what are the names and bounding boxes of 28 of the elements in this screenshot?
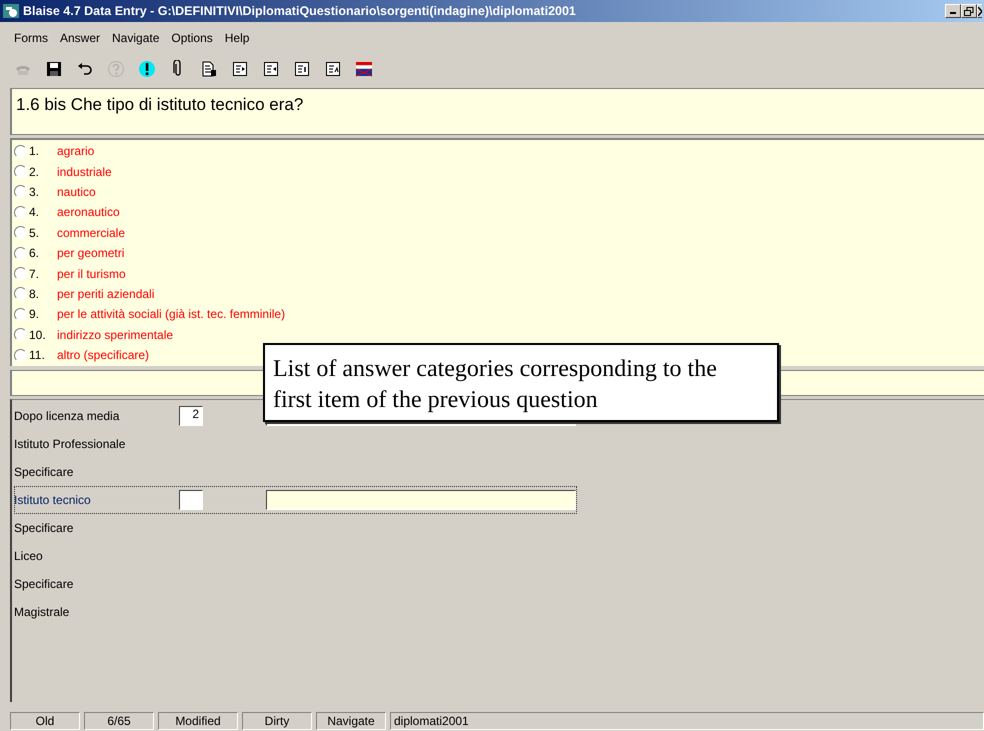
answer-number: 1.: [29, 144, 40, 158]
answer-number: 4.: [29, 205, 40, 220]
field-label: Istituto Professionale: [14, 437, 126, 451]
status-panel: Navigate: [316, 712, 386, 730]
status-panel: Dirty: [242, 712, 312, 730]
field-label: Specificare: [14, 577, 74, 591]
window-title: Blaise 4.7 Data Entry - G:\DEFINITIVI\DiplomatiQuestionario\sorgenti(indagine)\diplomati2001: [23, 4, 577, 18]
answer-number: 6.: [29, 246, 40, 260]
field-label: Specificare: [14, 521, 74, 535]
answer-number: 3.: [29, 184, 40, 199]
field-label: Specificare: [14, 465, 74, 479]
field-label: Magistrale: [14, 605, 70, 619]
question-text: 1.6 bis Che tipo di istituto tecnico era?: [15, 94, 304, 116]
callout-text: List of answer categories corresponding to the first item of the previous question: [273, 355, 718, 415]
answer-number: 11.: [29, 348, 46, 362]
answer-number: 7.: [29, 266, 40, 281]
status-panel: diplomati2001: [390, 712, 984, 730]
answer-number: 5.: [29, 226, 40, 240]
status-panel: Old: [10, 712, 80, 730]
answer-number: 8.: [29, 286, 40, 301]
status-panel: Modified: [158, 712, 238, 730]
field-label: Dopo licenza media: [14, 409, 120, 423]
answer-number: 2.: [29, 164, 40, 179]
field-label: Istituto tecnico: [14, 493, 92, 507]
field-label: Liceo: [14, 549, 44, 563]
status-panel: 6/65: [84, 712, 154, 730]
answer-number: 9.: [29, 307, 40, 322]
answer-number: 10.: [29, 328, 47, 342]
